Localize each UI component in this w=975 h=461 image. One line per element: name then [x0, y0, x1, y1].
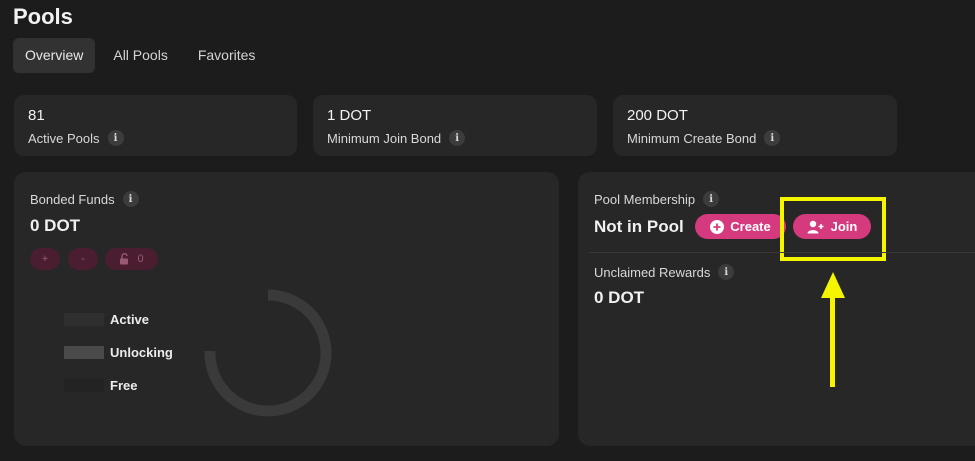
stat-card-min-create-bond: 200 DOT Minimum Create Bond i [613, 95, 897, 156]
legend-swatch [64, 313, 104, 326]
legend-item-free: Free [64, 378, 137, 393]
legend-label: Active [110, 312, 150, 327]
info-icon[interactable]: i [122, 191, 139, 207]
tab-overview[interactable]: Overview [13, 38, 96, 73]
membership-status: Not in Pool [594, 217, 684, 236]
legend-item-active: Active [64, 312, 149, 327]
info-icon[interactable]: i [703, 191, 720, 207]
stat-value: 200 DOT [627, 107, 688, 124]
stat-card-active-pools: 81 Active Pools i [14, 95, 297, 156]
info-icon[interactable]: i [718, 264, 735, 280]
unlock-button[interactable]: 0 [105, 248, 158, 270]
plus-circle-icon [710, 219, 725, 234]
plus-icon: + [41, 253, 49, 265]
pool-membership-panel [578, 172, 975, 446]
stat-label: Active Pools [28, 130, 100, 146]
bonded-donut-chart [204, 289, 332, 417]
unlock-count: 0 [137, 253, 144, 265]
legend-item-unlocking: Unlocking [64, 345, 173, 360]
tab-bar: Overview All Pools Favorites [13, 38, 267, 73]
legend-label: Free [110, 378, 138, 393]
create-label: Create [730, 219, 771, 234]
create-pool-button[interactable]: Create [695, 214, 786, 239]
bond-add-button[interactable]: + [30, 248, 60, 270]
page-title: Pools [13, 4, 73, 29]
unclaimed-rewards-value: 0 DOT [594, 288, 645, 307]
divider [589, 252, 975, 253]
info-icon[interactable]: i [764, 130, 781, 146]
unclaimed-rewards-label: Unclaimed Rewards [594, 264, 711, 280]
stat-value: 81 [28, 107, 45, 124]
stat-value: 1 DOT [327, 107, 372, 124]
annotation-arrow-up [821, 272, 845, 387]
stat-label: Minimum Create Bond [627, 130, 757, 146]
lock-open-icon [120, 253, 129, 265]
bonded-funds-value: 0 DOT [30, 216, 81, 235]
info-icon[interactable]: i [107, 130, 124, 146]
legend-label: Unlocking [110, 345, 173, 360]
bonded-funds-label: Bonded Funds [30, 191, 115, 207]
tab-favorites[interactable]: Favorites [186, 38, 268, 73]
legend-swatch [64, 379, 104, 392]
bond-remove-button[interactable]: - [68, 248, 98, 270]
minus-icon: - [81, 253, 85, 265]
tab-all-pools[interactable]: All Pools [101, 38, 179, 73]
stat-card-min-join-bond: 1 DOT Minimum Join Bond i [313, 95, 597, 156]
info-icon[interactable]: i [449, 130, 466, 146]
legend-swatch [64, 346, 104, 359]
stat-label: Minimum Join Bond [327, 130, 442, 146]
pool-membership-label: Pool Membership [594, 191, 696, 207]
